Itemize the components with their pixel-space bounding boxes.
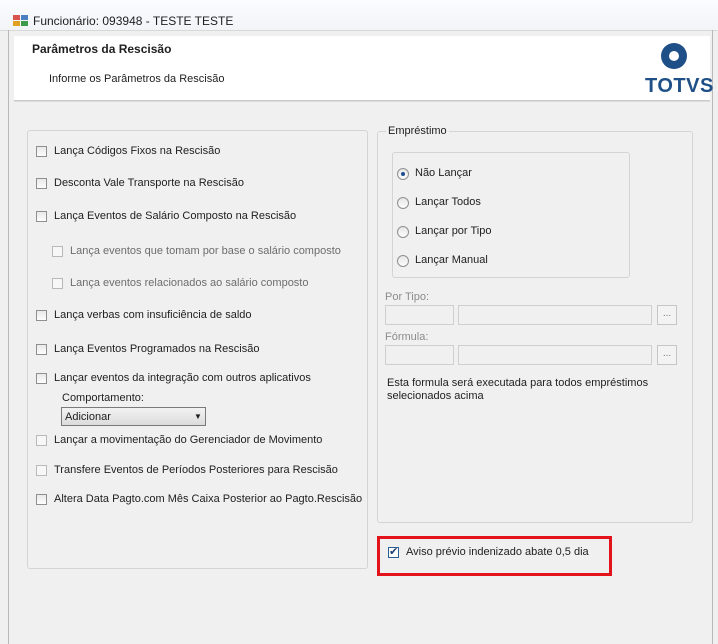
lanca-codigos-fixos-checkbox[interactable] — [36, 146, 47, 157]
radio-lancar-por-tipo[interactable] — [397, 226, 409, 238]
formula-code-field[interactable] — [385, 345, 454, 365]
radio-lancar-todos[interactable] — [397, 197, 409, 209]
radio-lancar-manual[interactable] — [397, 255, 409, 267]
lanca-verbas-insuficiencia-label[interactable]: Lança verbas com insuficiência de saldo — [54, 309, 252, 321]
lanca-eventos-salario-composto-checkbox[interactable] — [36, 211, 47, 222]
formula-browse-button[interactable]: ... — [657, 345, 677, 365]
transfere-eventos-checkbox[interactable] — [36, 465, 47, 476]
lanca-codigos-fixos-label[interactable]: Lança Códigos Fixos na Rescisão — [54, 145, 220, 157]
altera-data-pagto-label[interactable]: Altera Data Pagto.com Mês Caixa Posterio… — [54, 493, 362, 505]
formula-note: Esta formula será executada para todos e… — [387, 377, 649, 402]
por-tipo-label: Por Tipo: — [385, 291, 430, 303]
totvs-logo-icon — [661, 43, 687, 69]
lanca-eventos-base-checkbox[interactable] — [52, 246, 63, 257]
radio-nao-lancar-label[interactable]: Não Lançar — [415, 167, 472, 179]
aviso-previo-label[interactable]: Aviso prévio indenizado abate 0,5 dia — [406, 546, 589, 558]
lanca-eventos-base-label: Lança eventos que tomam por base o salár… — [70, 245, 341, 257]
window-title: Funcionário: 093948 - TESTE TESTE — [33, 14, 234, 28]
app-icon — [13, 15, 28, 26]
desconta-vale-transporte-checkbox[interactable] — [36, 178, 47, 189]
divider — [14, 101, 710, 102]
lancar-eventos-integracao-label[interactable]: Lançar eventos da integração com outros … — [54, 372, 311, 384]
window-frame-right — [712, 30, 713, 644]
emprestimo-legend: Empréstimo — [386, 125, 449, 137]
lanca-eventos-relacionados-checkbox[interactable] — [52, 278, 63, 289]
transfere-eventos-label: Transfere Eventos de Períodos Posteriore… — [54, 464, 338, 476]
por-tipo-description-field[interactable] — [458, 305, 652, 325]
lanca-eventos-programados-label[interactable]: Lança Eventos Programados na Rescisão — [54, 343, 259, 355]
window-frame-left — [8, 30, 9, 644]
chevron-down-icon[interactable]: ▼ — [194, 412, 202, 421]
lancar-eventos-integracao-checkbox[interactable] — [36, 373, 47, 384]
lancar-movimentacao-label: Lançar a movimentação do Gerenciador de … — [54, 434, 323, 446]
page-title: Parâmetros da Rescisão — [32, 42, 172, 56]
comportamento-value: Adicionar — [65, 411, 111, 423]
comportamento-label: Comportamento: — [62, 392, 144, 404]
altera-data-pagto-checkbox[interactable] — [36, 494, 47, 505]
por-tipo-browse-button[interactable]: ... — [657, 305, 677, 325]
formula-label: Fórmula: — [385, 331, 429, 343]
radio-nao-lancar[interactable] — [397, 168, 409, 180]
radio-lancar-manual-label[interactable]: Lançar Manual — [415, 254, 488, 266]
radio-lancar-todos-label[interactable]: Lançar Todos — [415, 196, 481, 208]
lancar-movimentacao-checkbox[interactable] — [36, 435, 47, 446]
aviso-previo-checkbox[interactable] — [388, 545, 399, 558]
radio-lancar-por-tipo-label[interactable]: Lançar por Tipo — [415, 225, 491, 237]
desconta-vale-transporte-label[interactable]: Desconta Vale Transporte na Rescisão — [54, 177, 244, 189]
lanca-eventos-salario-composto-label[interactable]: Lança Eventos de Salário Composto na Res… — [54, 210, 296, 222]
por-tipo-code-field[interactable] — [385, 305, 454, 325]
lanca-eventos-relacionados-label: Lança eventos relacionados ao salário co… — [70, 277, 309, 289]
lanca-eventos-programados-checkbox[interactable] — [36, 344, 47, 355]
page-subtitle: Informe os Parâmetros da Rescisão — [49, 73, 225, 85]
totvs-logo-text: TOTVS — [645, 75, 714, 97]
formula-description-field[interactable] — [458, 345, 652, 365]
lanca-verbas-insuficiencia-checkbox[interactable] — [36, 310, 47, 321]
